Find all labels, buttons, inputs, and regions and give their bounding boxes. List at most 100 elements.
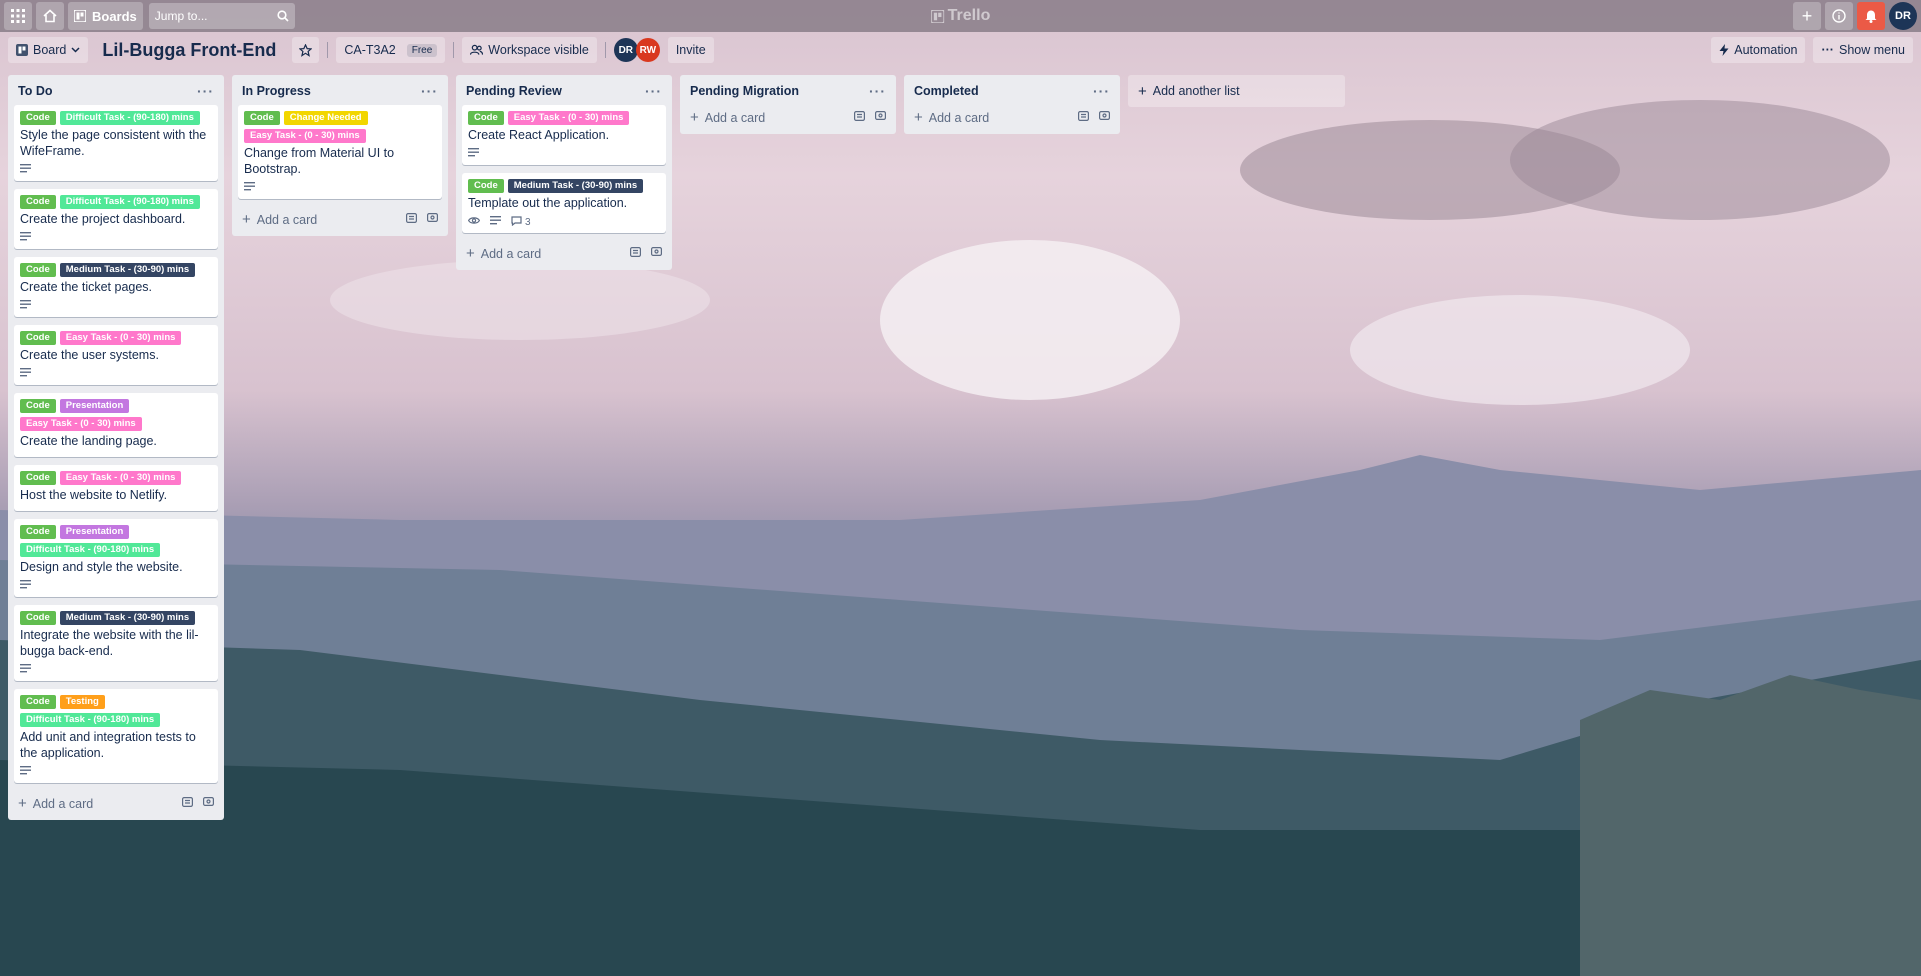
card-label[interactable]: Easy Task - (0 - 30) mins: [59, 471, 182, 485]
card-label[interactable]: Code: [20, 471, 56, 485]
add-card-row: + Add a card: [238, 207, 442, 230]
description-icon: [20, 368, 31, 380]
list-completed: Completed ··· + Add a card: [904, 75, 1120, 134]
add-card-button[interactable]: + Add a card: [690, 109, 765, 126]
search-input[interactable]: Jump to...: [148, 3, 295, 29]
card[interactable]: Code Presentation Easy Task - (0 - 30) min…: [14, 393, 218, 457]
card[interactable]: Code Change Needed Easy Task - (0 - 30) mi…: [238, 105, 442, 199]
card-label[interactable]: Presentation: [59, 399, 130, 413]
card-label[interactable]: Code: [244, 111, 280, 125]
list-menu-icon[interactable]: ···: [645, 83, 662, 99]
card-label[interactable]: Medium Task - (30-90) mins: [507, 179, 644, 193]
plus-icon: +: [242, 211, 251, 228]
card-icon[interactable]: [1078, 111, 1090, 124]
card-label[interactable]: Change Needed: [283, 111, 368, 125]
card-label[interactable]: Testing: [59, 695, 105, 709]
card-label[interactable]: Code: [20, 331, 56, 345]
boards-label: Boards: [92, 8, 137, 24]
card-icon[interactable]: [854, 111, 866, 124]
card-label[interactable]: Easy Task - (0 - 30) mins: [59, 331, 182, 345]
card[interactable]: Code Easy Task - (0 - 30) mins Host the we…: [14, 465, 218, 511]
card[interactable]: Code Easy Task - (0 - 30) mins Create the …: [14, 325, 218, 385]
list-header: Pending Migration ···: [686, 79, 890, 105]
workspace-button[interactable]: CA-T3A2 Free: [336, 37, 446, 63]
card-label[interactable]: Code: [468, 111, 504, 125]
watch-eye-icon: [467, 216, 481, 228]
star-board-button[interactable]: [292, 37, 320, 63]
invite-button[interactable]: Invite: [667, 37, 714, 63]
card-icon[interactable]: [406, 213, 418, 226]
card-label[interactable]: Presentation: [59, 525, 130, 539]
card[interactable]: Code Difficult Task - (90-180) mins Create…: [14, 189, 218, 249]
list-title[interactable]: Pending Migration: [690, 84, 799, 98]
add-card-button[interactable]: + Add a card: [242, 211, 317, 228]
comment-count: 3: [525, 216, 531, 228]
card-label[interactable]: Code: [20, 611, 56, 625]
card-label[interactable]: Difficult Task - (90-180) mins: [59, 111, 200, 125]
list-title[interactable]: To Do: [18, 84, 52, 98]
card-title: Create React Application.: [468, 128, 610, 142]
add-card-button[interactable]: + Add a card: [18, 795, 93, 812]
home-icon[interactable]: [36, 2, 64, 30]
card-badges: 3: [467, 215, 660, 229]
list-menu-icon[interactable]: ···: [197, 83, 214, 99]
template-icon[interactable]: [1099, 111, 1111, 124]
template-icon[interactable]: [875, 111, 887, 124]
card-label[interactable]: Code: [468, 179, 504, 193]
card-label[interactable]: Code: [20, 263, 56, 277]
add-card-button[interactable]: + Add a card: [914, 109, 989, 126]
list-menu-icon[interactable]: ···: [421, 83, 438, 99]
card[interactable]: Code Medium Task - (30-90) mins Create the…: [14, 257, 218, 317]
notification-bell-icon[interactable]: [1857, 2, 1885, 30]
card-label[interactable]: Difficult Task - (90-180) mins: [20, 543, 161, 557]
add-card-button[interactable]: + Add a card: [466, 245, 541, 262]
list-title[interactable]: In Progress: [242, 84, 311, 98]
list-in-progress: In Progress ··· Code Change Needed Easy Task…: [232, 75, 448, 236]
description-icon: [20, 232, 31, 244]
card[interactable]: Code Presentation Difficult Task - (90-180…: [14, 519, 218, 597]
template-icon[interactable]: [203, 797, 215, 810]
member-avatar[interactable]: RW: [635, 38, 660, 62]
card-label[interactable]: Code: [20, 525, 56, 539]
board-view-switcher[interactable]: Board: [8, 37, 89, 63]
card[interactable]: Code Difficult Task - (90-180) mins Style …: [14, 105, 218, 181]
list-title[interactable]: Completed: [914, 84, 979, 98]
member-avatar[interactable]: DR: [613, 38, 638, 62]
card-label[interactable]: Code: [20, 111, 56, 125]
card[interactable]: Code Medium Task - (30-90) mins Integrate …: [14, 605, 218, 681]
add-another-list-button[interactable]: + Add another list: [1128, 75, 1345, 107]
card-icon[interactable]: [182, 797, 194, 810]
info-icon[interactable]: [1825, 2, 1853, 30]
boards-button[interactable]: Boards: [68, 2, 143, 30]
card-label[interactable]: Code: [20, 695, 56, 709]
trello-logo[interactable]: Trello: [930, 7, 990, 25]
card-label[interactable]: Medium Task - (30-90) mins: [59, 263, 196, 277]
card[interactable]: Code Medium Task - (30-90) mins Template o…: [462, 173, 666, 233]
comment-icon: [511, 215, 522, 229]
automation-button[interactable]: Automation: [1711, 37, 1806, 63]
visibility-button[interactable]: Workspace visible: [462, 37, 597, 63]
card-label[interactable]: Easy Task - (0 - 30) mins: [244, 129, 366, 143]
card-label[interactable]: Easy Task - (0 - 30) mins: [20, 417, 142, 431]
list-title[interactable]: Pending Review: [466, 84, 562, 98]
card[interactable]: Code Testing Difficult Task - (90-180) min…: [14, 689, 218, 783]
show-menu-button[interactable]: ··· Show menu: [1813, 37, 1913, 63]
card-label[interactable]: Code: [20, 399, 56, 413]
card-label[interactable]: Medium Task - (30-90) mins: [59, 611, 196, 625]
card-label[interactable]: Easy Task - (0 - 30) mins: [507, 111, 630, 125]
template-icon[interactable]: [651, 247, 663, 260]
template-icon[interactable]: [427, 213, 439, 226]
create-plus-icon[interactable]: +: [1793, 2, 1821, 30]
list-menu-icon[interactable]: ···: [869, 83, 886, 99]
user-avatar[interactable]: DR: [1889, 2, 1917, 30]
card-label[interactable]: Difficult Task - (90-180) mins: [59, 195, 200, 209]
board-title[interactable]: Lil-Bugga Front-End: [102, 40, 276, 61]
card-icon[interactable]: [630, 247, 642, 260]
apps-grid-icon[interactable]: [4, 2, 32, 30]
board-header: Board Lil-Bugga Front-End CA-T3A2 Free W…: [0, 32, 1921, 68]
star-icon: [299, 43, 313, 57]
card-label[interactable]: Difficult Task - (90-180) mins: [20, 713, 161, 727]
card[interactable]: Code Easy Task - (0 - 30) mins Create Reac…: [462, 105, 666, 165]
list-menu-icon[interactable]: ···: [1093, 83, 1110, 99]
card-label[interactable]: Code: [20, 195, 56, 209]
